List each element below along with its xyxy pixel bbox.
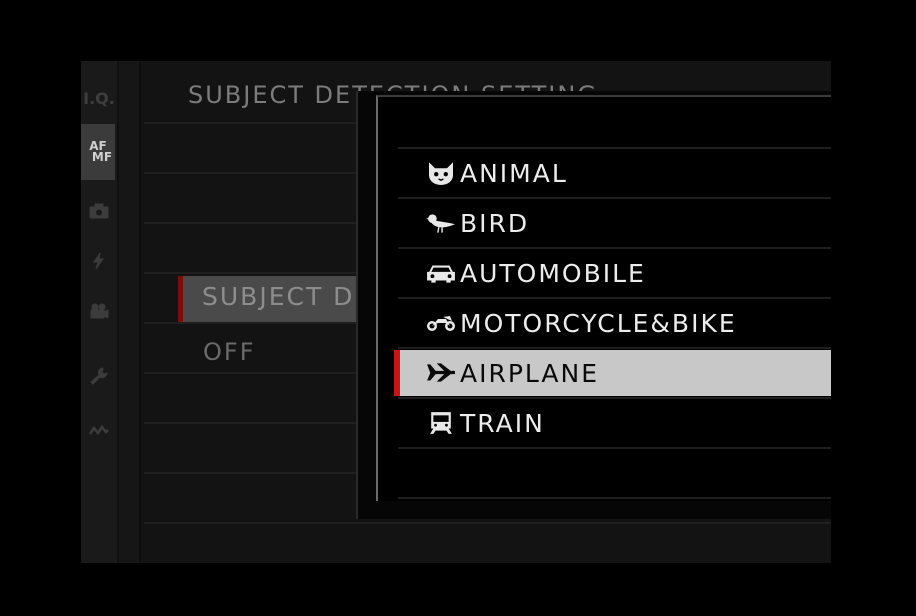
menu-tab-column: I.Q. AF MF [81,61,117,563]
camera-menu-screen: I.Q. AF MF SUBJECT DETECTION SETTING [81,61,831,563]
option-divider [398,297,831,299]
wave-icon [89,424,109,436]
option-divider [398,447,831,449]
option-label: MOTORCYCLE&BIKE [460,308,737,338]
option-airplane[interactable]: AIRPLANE [394,350,831,396]
tab-divider [117,61,141,563]
car-icon [426,260,460,286]
option-automobile[interactable]: AUTOMOBILE [398,250,831,296]
option-motorcycle-bike[interactable]: MOTORCYCLE&BIKE [398,300,831,346]
camera-icon [89,203,109,219]
train-icon [426,410,460,436]
option-bird[interactable]: BIRD [398,200,831,246]
tab-movie[interactable] [81,289,117,333]
option-divider [398,397,831,399]
airplane-icon [426,360,460,386]
option-animal[interactable]: ANIMAL [398,150,831,196]
option-label: AUTOMOBILE [460,258,646,288]
option-divider [398,497,831,499]
option-divider [398,197,831,199]
flash-icon [93,252,104,270]
menu-item-current-value: OFF [203,338,256,366]
option-label: AIRPLANE [460,358,600,388]
tab-my-menu[interactable] [81,409,117,453]
subject-options-popup: ANIMAL BIRD AUTOMOBILE MOTORCYCLE&BIKE A… [356,91,831,519]
option-divider [398,147,831,149]
tab-mf-label: MF [91,150,113,164]
wrench-icon [90,367,108,385]
row-divider [144,522,831,524]
selection-accent [394,350,400,396]
tab-setup[interactable] [81,354,117,398]
selection-accent [178,276,183,322]
movie-camera-icon [90,303,109,319]
tab-flash[interactable] [81,239,117,283]
tab-image-quality[interactable]: I.Q. [81,76,117,120]
motorcycle-icon [426,310,460,336]
cat-icon [426,160,460,186]
option-label: BIRD [460,208,530,238]
option-label: ANIMAL [460,158,568,188]
option-label: TRAIN [460,408,545,438]
bird-icon [426,210,460,236]
tab-af-mf[interactable]: AF MF [81,124,115,180]
option-divider [398,347,831,349]
tab-iq-label: I.Q. [83,88,115,108]
option-divider [398,247,831,249]
tab-shooting[interactable] [81,189,117,233]
option-train[interactable]: TRAIN [398,400,831,446]
